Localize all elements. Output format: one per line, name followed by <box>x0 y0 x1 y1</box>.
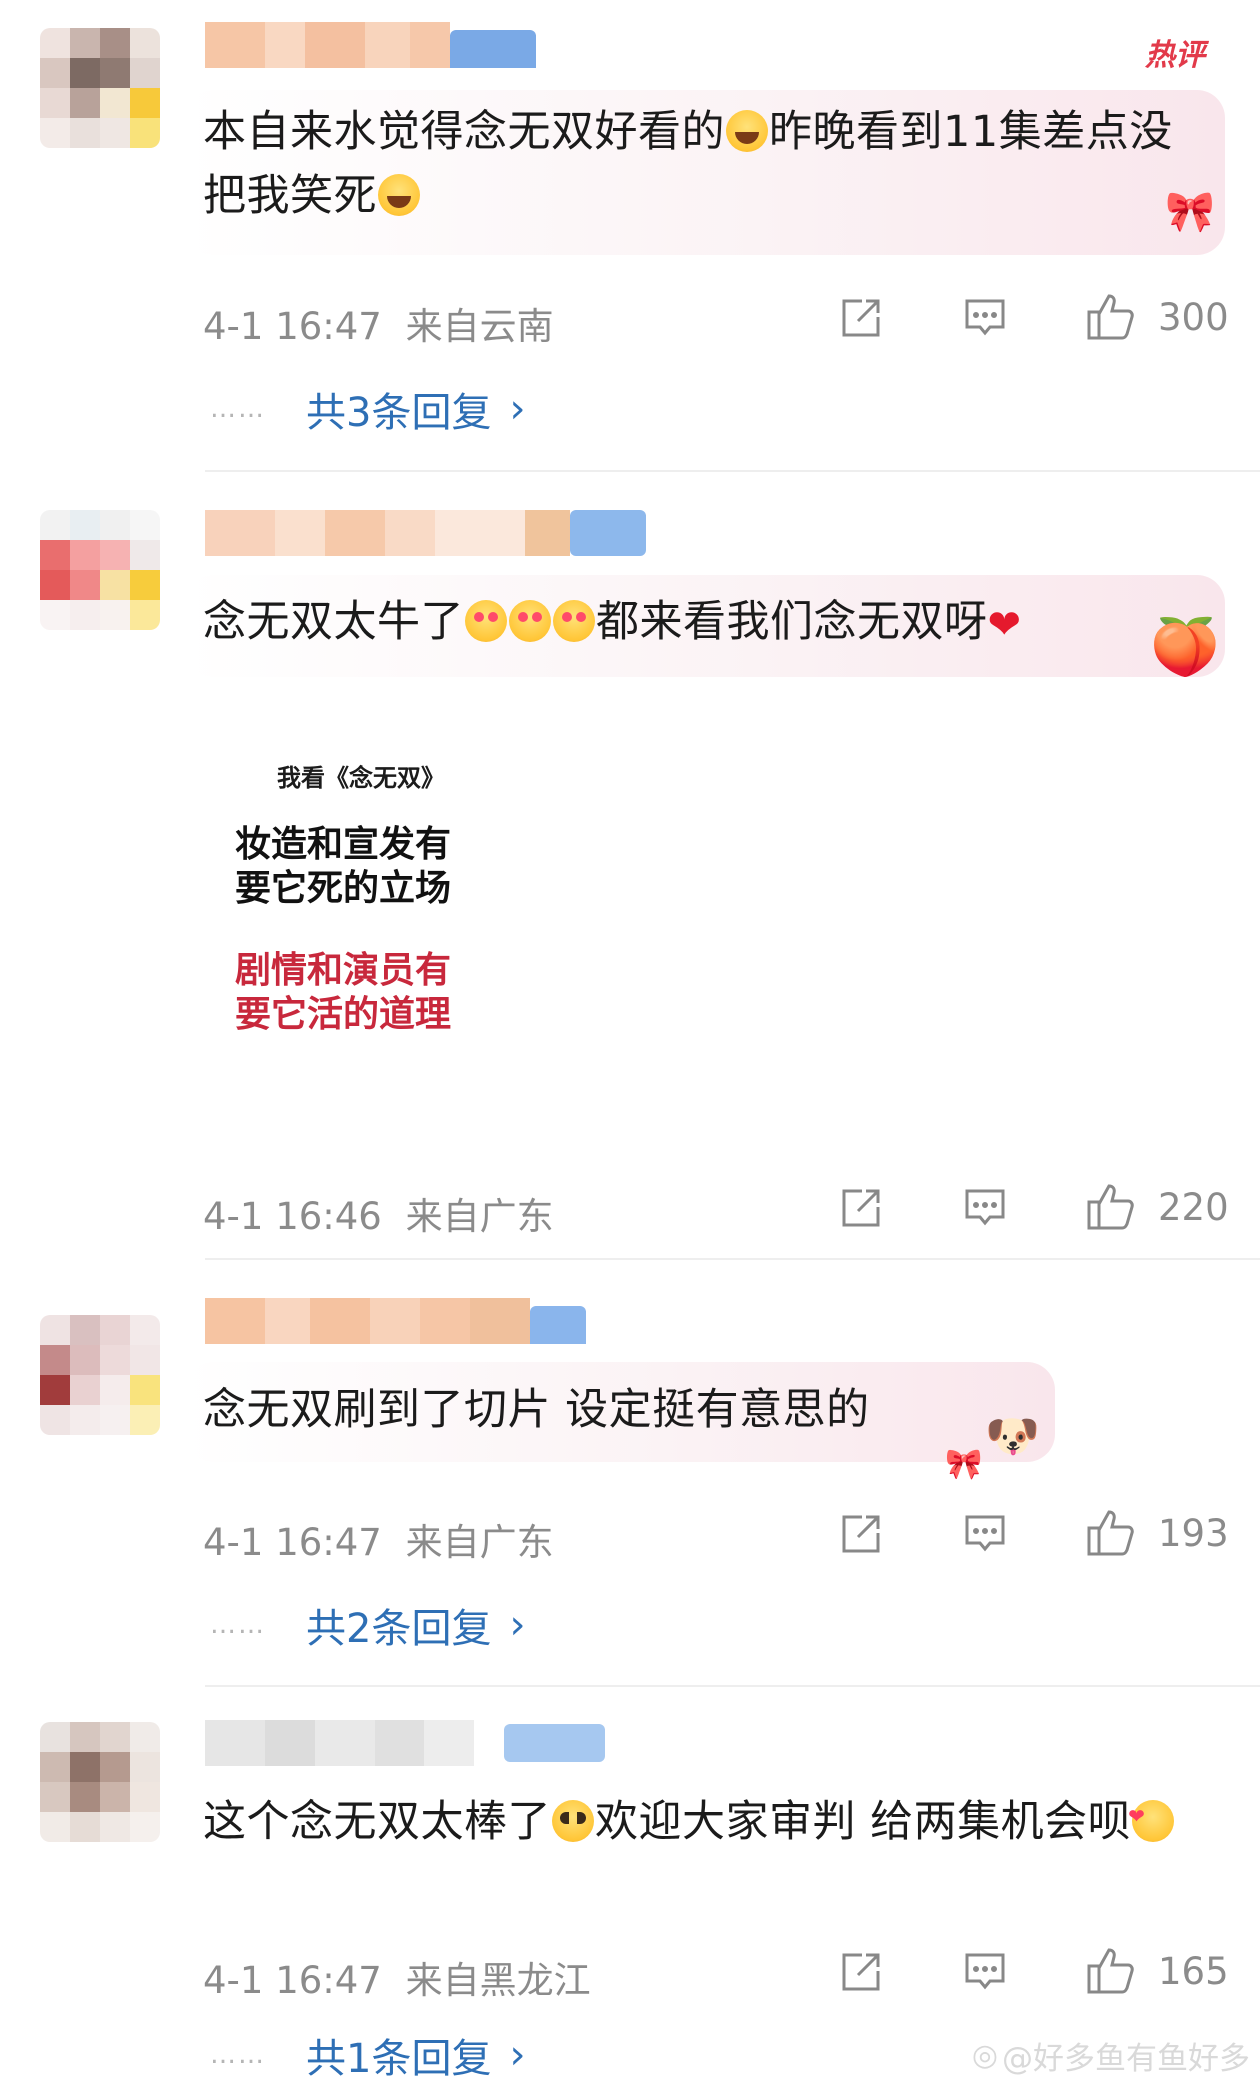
like-count: 300 <box>1158 296 1229 339</box>
comment-meta: 4-1 16:47 来自黑龙江 <box>203 1950 591 2004</box>
weibo-logo-icon: ◎ <box>971 2038 998 2073</box>
red-heart-icon: ❤ <box>987 602 1022 648</box>
avatar[interactable] <box>40 28 160 148</box>
comment-text-part: 都来看我们念无双呀 <box>596 597 988 647</box>
username-blurred[interactable] <box>205 1298 635 1344</box>
peach-sticker-icon: 🍑 <box>1150 615 1220 680</box>
fan-level-badge <box>450 30 536 68</box>
comment-icon[interactable] <box>962 1185 1008 1231</box>
image-line: 妆造和宣发有 <box>235 824 452 865</box>
divider <box>205 1685 1260 1687</box>
image-line: 要它死的立场 <box>235 868 452 909</box>
comment-icon[interactable] <box>962 1949 1008 1995</box>
image-line: 要它活的道理 <box>235 994 452 1035</box>
kiss-heart-emoji-icon <box>1128 1784 1175 1848</box>
like-count: 220 <box>1158 1186 1229 1229</box>
comment-location: 来自黑龙江 <box>405 1959 591 2002</box>
comment-time: 4-1 16:47 <box>203 305 382 348</box>
share-icon[interactable] <box>838 1949 884 1995</box>
avatar[interactable] <box>40 510 160 630</box>
comment-meta: 4-1 16:47 来自广东 <box>203 1512 554 1566</box>
view-replies-link[interactable]: …… 共2条回复 › <box>210 1596 525 1654</box>
comment-icon[interactable] <box>962 295 1008 341</box>
reply-dots: …… <box>210 394 266 424</box>
dog-sticker-icon: 🐶 <box>985 1411 1040 1462</box>
comment-text-part: 这个念无双太棒了 <box>203 1797 551 1847</box>
like-thumb-icon[interactable] <box>1085 1180 1137 1232</box>
hello-kitty-sticker-icon: 🎀 <box>1165 189 1215 235</box>
avatar[interactable] <box>40 1315 160 1435</box>
reply-count-label: 共1条回复 <box>306 2036 492 2082</box>
view-replies-link[interactable]: …… 共3条回复 › <box>210 380 525 438</box>
reply-dots: …… <box>210 2040 266 2070</box>
chevron-right-icon: › <box>509 2032 526 2078</box>
attached-image[interactable]: 我看《念无双》 妆造和宣发有 要它死的立场 剧情和演员有 要它活的道理 <box>235 758 555 1037</box>
comment-icon[interactable] <box>962 1511 1008 1557</box>
comment-text: 念无双刷到了切片 设定挺有意思的 <box>203 1385 870 1435</box>
chevron-right-icon: › <box>509 386 526 432</box>
weibo-watermark: ◎ @好多鱼有鱼好多 <box>972 2033 1250 2078</box>
chevron-right-icon: › <box>509 1602 526 1648</box>
share-icon[interactable] <box>838 1511 884 1557</box>
avatar[interactable] <box>40 1722 160 1842</box>
comment-location: 来自广东 <box>405 1521 554 1564</box>
like-thumb-icon[interactable] <box>1085 1506 1137 1558</box>
image-line: 剧情和演员有 <box>235 950 452 991</box>
comment-location: 来自广东 <box>405 1195 554 1238</box>
username-blurred[interactable] <box>205 1720 605 1766</box>
love-eyes-emoji-icon <box>509 600 551 642</box>
laugh-emoji-icon <box>378 174 420 216</box>
divider <box>205 1258 1260 1260</box>
comment-text: 念无双太牛了 都来看我们念无双呀❤ <box>203 590 1203 657</box>
comment-text-part: 念无双太牛了 <box>203 597 464 647</box>
share-icon[interactable] <box>838 1185 884 1231</box>
comment-time: 4-1 16:47 <box>203 1959 382 2002</box>
comment-text: 这个念无双太棒了 欢迎大家审判 给两集机会呗 <box>203 1784 1203 1854</box>
comment-1: 热评 本自来水觉得念无双好看的 昨晚看到11集差点没把我笑死 🎀 4-1 16:4… <box>0 0 1260 472</box>
bow-sticker-icon: 🎀 <box>945 1447 983 1482</box>
comment-time: 4-1 16:47 <box>203 1521 382 1564</box>
laugh-emoji-icon <box>726 110 768 152</box>
love-eyes-emoji-icon <box>553 600 595 642</box>
comment-text-part: 本自来水觉得念无双好看的 <box>203 107 725 157</box>
comment-meta: 4-1 16:46 来自广东 <box>203 1186 554 1240</box>
hot-comment-badge: 热评 <box>1145 38 1205 73</box>
image-header: 我看《念无双》 <box>277 764 445 792</box>
share-icon[interactable] <box>838 295 884 341</box>
love-eyes-emoji-icon <box>465 600 507 642</box>
reply-dots: …… <box>210 1610 266 1640</box>
fan-level-badge <box>530 1306 586 1344</box>
reply-count-label: 共2条回复 <box>306 1606 492 1652</box>
comment-text-part: 欢迎大家审判 给两集机会呗 <box>595 1797 1132 1847</box>
like-count: 193 <box>1158 1512 1229 1555</box>
image-line-red: 剧情和演员有 要它活的道理 <box>235 949 555 1037</box>
comment-location: 来自云南 <box>405 305 554 348</box>
image-line-black: 妆造和宣发有 要它死的立场 <box>235 823 555 911</box>
reply-count-label: 共3条回复 <box>306 390 492 436</box>
watermark-text: @好多鱼有鱼好多 <box>1002 2041 1250 2077</box>
pleading-emoji-icon <box>552 1800 594 1842</box>
username-blurred[interactable] <box>205 510 650 556</box>
like-thumb-icon[interactable] <box>1085 290 1137 342</box>
comment-meta: 4-1 16:47 来自云南 <box>203 296 554 350</box>
fan-level-badge <box>504 1724 605 1762</box>
view-replies-link[interactable]: …… 共1条回复 › <box>210 2026 525 2084</box>
comment-time: 4-1 16:46 <box>203 1195 382 1238</box>
like-count: 165 <box>1158 1950 1229 1993</box>
like-thumb-icon[interactable] <box>1085 1944 1137 1996</box>
username-blurred[interactable] <box>205 22 550 68</box>
divider <box>205 470 1260 472</box>
fan-level-badge <box>570 510 646 556</box>
comment-text: 本自来水觉得念无双好看的 昨晚看到11集差点没把我笑死 <box>203 100 1203 228</box>
